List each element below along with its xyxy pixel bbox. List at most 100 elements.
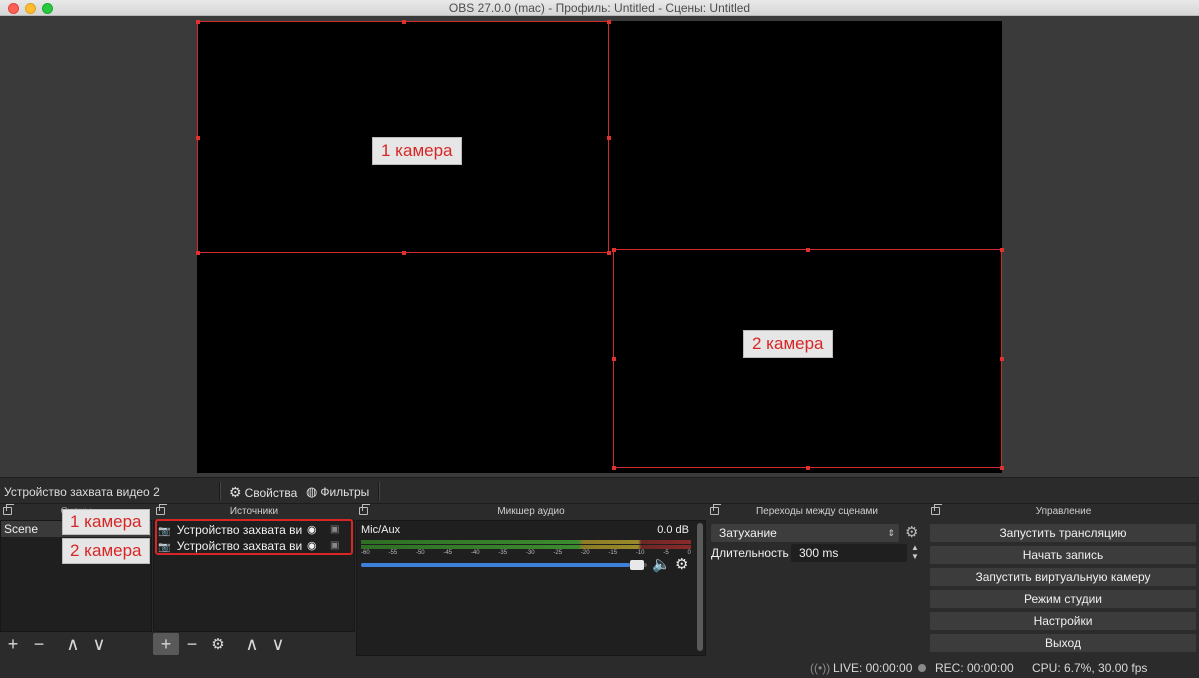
resize-handle[interactable] [607,251,611,255]
undock-icon[interactable] [156,504,167,515]
resize-handle[interactable] [402,20,406,24]
source-2-bounding-box[interactable] [612,248,1004,470]
resize-handle[interactable] [806,466,810,470]
source-properties-button[interactable]: ⚙ [205,633,231,655]
sources-toolbar: + − ⚙ ∧ ∨ [153,632,355,656]
scenes-list[interactable]: Scene [0,520,152,632]
mixer-channel-level: 0.0 dB [657,524,689,536]
resize-handle[interactable] [196,20,200,24]
meter-scale-tick: -45 [443,550,453,556]
resize-handle[interactable] [612,357,616,361]
meter-scale-tick: -60 [361,550,370,556]
controls-dock-header: Управление [928,504,1199,520]
undock-icon[interactable] [3,504,14,515]
chevron-up-icon: ∧ [66,633,80,654]
annotation-outline [155,519,353,555]
resize-handle[interactable] [1000,357,1004,361]
window-titlebar: OBS 27.0.0 (mac) - Профиль: Untitled - С… [0,0,1199,16]
resize-handle[interactable] [1000,466,1004,470]
filters-icon: ◍ [306,484,318,499]
resize-handle[interactable] [196,251,200,255]
resize-handle[interactable] [612,466,616,470]
audio-level-meter-2 [361,545,691,549]
plus-icon: + [160,633,172,654]
transitions-dock-title: Переходы между сценами [755,506,879,517]
meter-scale-tick: -15 [608,550,618,556]
properties-button[interactable]: ⚙ Свойства [229,484,297,501]
divider [219,482,221,501]
exit-button[interactable]: Выход [929,633,1197,653]
resize-handle[interactable] [806,248,810,252]
resize-handle[interactable] [612,248,616,252]
annotation-label-2: 2 камера [62,538,150,564]
sources-dock-header: Источники [153,504,355,520]
cpu-status: CPU: 6.7%, 30.00 fps [1032,661,1148,675]
meter-scale-tick: -30 [525,550,535,556]
filters-button[interactable]: ◍ Фильтры [306,484,369,500]
minus-icon: − [186,633,198,654]
start-streaming-button[interactable]: Запустить трансляцию [929,523,1197,543]
move-scene-down-button[interactable]: ∨ [86,633,112,655]
meter-scale-tick: -25 [553,550,563,556]
transition-select[interactable]: Затухание ⇕ [710,523,900,543]
meter-scale-tick: -50 [415,550,425,556]
chevron-down-icon: ∨ [92,633,106,654]
filters-label: Фильтры [320,485,370,499]
move-scene-up-button[interactable]: ∧ [60,633,86,655]
meter-scale: -60 -55 -50 -45 -40 -35 -30 -25 -20 -15 -10 -5 0 [361,550,691,560]
add-source-button[interactable]: + [153,633,179,655]
resize-handle[interactable] [196,136,200,140]
live-status: LIVE: 00:00:00 [833,661,913,675]
speaker-icon[interactable]: 🔈 [652,555,671,573]
volume-slider-thumb[interactable] [630,560,644,570]
volume-slider[interactable] [361,560,647,570]
remove-scene-button[interactable]: − [26,633,52,655]
transitions-dock-header: Переходы между сценами [707,504,927,520]
mixer-channel-name: Mic/Aux [361,524,401,536]
volume-slider-fill [361,563,630,567]
selected-source-name: Устройство захвата видео 2 [4,485,160,499]
chevron-down-icon: ∨ [271,633,285,654]
duration-input[interactable]: 300 ms [790,543,908,563]
add-scene-button[interactable]: + [0,633,26,655]
sources-dock-title: Источники [229,506,279,517]
meter-scale-tick: -40 [470,550,480,556]
live-icon: ((•)) [810,661,831,675]
controls-dock-title: Управление [1035,506,1092,517]
audio-mixer-panel: Mic/Aux 0.0 dB -60 -55 -50 -45 -40 -35 -30 -25 -… [356,520,706,656]
audio-mixer-dock: Микшер аудио Mic/Aux 0.0 dB -60 -55 -50 -45… [356,504,706,656]
gear-icon: ⚙ [211,636,225,653]
move-source-up-button[interactable]: ∧ [239,633,265,655]
rec-status: REC: 00:00:00 [935,661,1014,675]
scene-transitions-dock: Переходы между сценами Затухание ⇕ ⚙ Дли… [707,504,927,656]
plus-icon: + [7,633,19,654]
resize-handle[interactable] [607,20,611,24]
studio-mode-button[interactable]: Режим студии [929,589,1197,609]
start-virtual-camera-button[interactable]: Запустить виртуальную камеру [929,567,1197,587]
settings-button[interactable]: Настройки [929,611,1197,631]
remove-source-button[interactable]: − [179,633,205,655]
undock-icon[interactable] [710,504,721,515]
transition-selected-value: Затухание [719,526,777,540]
resize-handle[interactable] [402,251,406,255]
move-source-down-button[interactable]: ∨ [265,633,291,655]
meter-scale-tick: -10 [635,550,645,556]
mixer-scrollbar[interactable] [697,523,703,651]
resize-handle[interactable] [1000,248,1004,252]
audio-level-meter [361,540,691,544]
gear-icon: ⚙ [229,484,242,500]
gear-icon[interactable]: ⚙ [675,555,688,573]
undock-icon[interactable] [359,504,370,515]
start-recording-button[interactable]: Начать запись [929,545,1197,565]
undock-icon[interactable] [931,504,942,515]
gear-icon[interactable]: ⚙ [905,523,918,541]
chevron-updown-icon: ⇕ [887,528,895,538]
preview-canvas[interactable]: 1 камера 2 камера [196,20,1004,473]
duration-label: Длительность [711,546,789,560]
resize-handle[interactable] [607,136,611,140]
audio-mixer-dock-header: Микшер аудио [356,504,706,520]
scenes-toolbar: + − ∧ ∨ [0,632,152,656]
meter-scale-tick: -55 [388,550,398,556]
duration-stepper[interactable]: ▲ ▼ [908,543,922,563]
minus-icon: − [33,633,45,654]
